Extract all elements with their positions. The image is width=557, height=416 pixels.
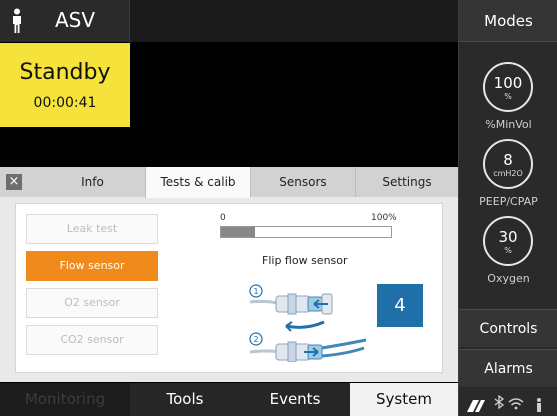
modes-button[interactable]: Modes [459, 0, 557, 42]
tab-tests-calib[interactable]: Tests & calib [145, 167, 250, 198]
right-panel: Modes 100 % %MinVol 8 cmH2O PEEP/CPAP 30… [458, 0, 557, 416]
minvol-value: 100 [493, 74, 523, 92]
wifi-icon [508, 398, 524, 410]
flow-sensor-flip-illustration: 1 2 [249, 284, 367, 362]
dialog-tabs: × Info Tests & calib Sensors Settings [0, 167, 458, 198]
step-1-label: 1 [253, 287, 258, 296]
alarms-button[interactable]: Alarms [459, 349, 557, 387]
controls-button[interactable]: Controls [459, 309, 557, 347]
person-status-icon [537, 398, 541, 412]
patient-icon [13, 8, 21, 33]
standby-status[interactable]: Standby 00:00:41 [0, 43, 130, 127]
top-bar: ASV [0, 0, 458, 42]
status-title: Standby [19, 60, 111, 85]
param-oxygen[interactable]: 30 % Oxygen [459, 216, 557, 292]
param-minvol[interactable]: 100 % %MinVol [459, 62, 557, 138]
oxygen-dial: 30 % [483, 216, 533, 266]
close-button[interactable]: × [6, 174, 22, 190]
tab-sensors[interactable]: Sensors [250, 167, 355, 197]
standby-timer: 00:00:41 [33, 95, 97, 111]
peep-unit: cmH2O [493, 169, 523, 178]
flow-sensor-button[interactable]: Flow sensor [26, 251, 158, 281]
minvol-dial: 100 % [483, 62, 533, 112]
status-icons [467, 394, 541, 412]
nav-monitoring[interactable]: Monitoring [0, 383, 130, 416]
step-2-label: 2 [253, 335, 258, 344]
minvol-label: %MinVol [485, 118, 532, 131]
system-dialog: × Info Tests & calib Sensors Settings Le… [0, 167, 458, 382]
progress-max-label: 100% [371, 213, 397, 223]
nav-events[interactable]: Events [240, 383, 350, 416]
calibration-progress-bar [220, 226, 392, 238]
nav-tools[interactable]: Tools [130, 383, 240, 416]
o2-sensor-button[interactable]: O2 sensor [26, 288, 158, 318]
mode-label: ASV [55, 8, 96, 32]
co2-sensor-button[interactable]: CO2 sensor [26, 325, 158, 355]
battery-icon [467, 400, 485, 412]
instruction-text: Flip flow sensor [262, 254, 348, 267]
param-peep[interactable]: 8 cmH2O PEEP/CPAP [459, 139, 557, 215]
bluetooth-icon [494, 394, 505, 410]
tab-settings[interactable]: Settings [355, 167, 458, 197]
tests-calib-panel: Leak test Flow sensor O2 sensor CO2 sens… [15, 203, 443, 373]
leak-test-button[interactable]: Leak test [26, 214, 158, 244]
oxygen-label: Oxygen [487, 272, 530, 285]
ventilation-mode[interactable]: ASV [0, 0, 130, 42]
oxygen-unit: % [504, 246, 512, 255]
oxygen-value: 30 [498, 228, 518, 246]
bottom-navigation: Monitoring Tools Events System [0, 383, 458, 416]
peep-value: 8 [503, 151, 513, 169]
peep-dial: 8 cmH2O [483, 139, 533, 189]
progress-fill [221, 227, 255, 237]
step-number-badge: 4 [377, 284, 423, 327]
nav-system[interactable]: System [350, 383, 458, 416]
peep-label: PEEP/CPAP [479, 195, 538, 208]
tab-info[interactable]: Info [40, 167, 145, 197]
progress-min-label: 0 [220, 213, 226, 223]
minvol-unit: % [504, 92, 512, 101]
